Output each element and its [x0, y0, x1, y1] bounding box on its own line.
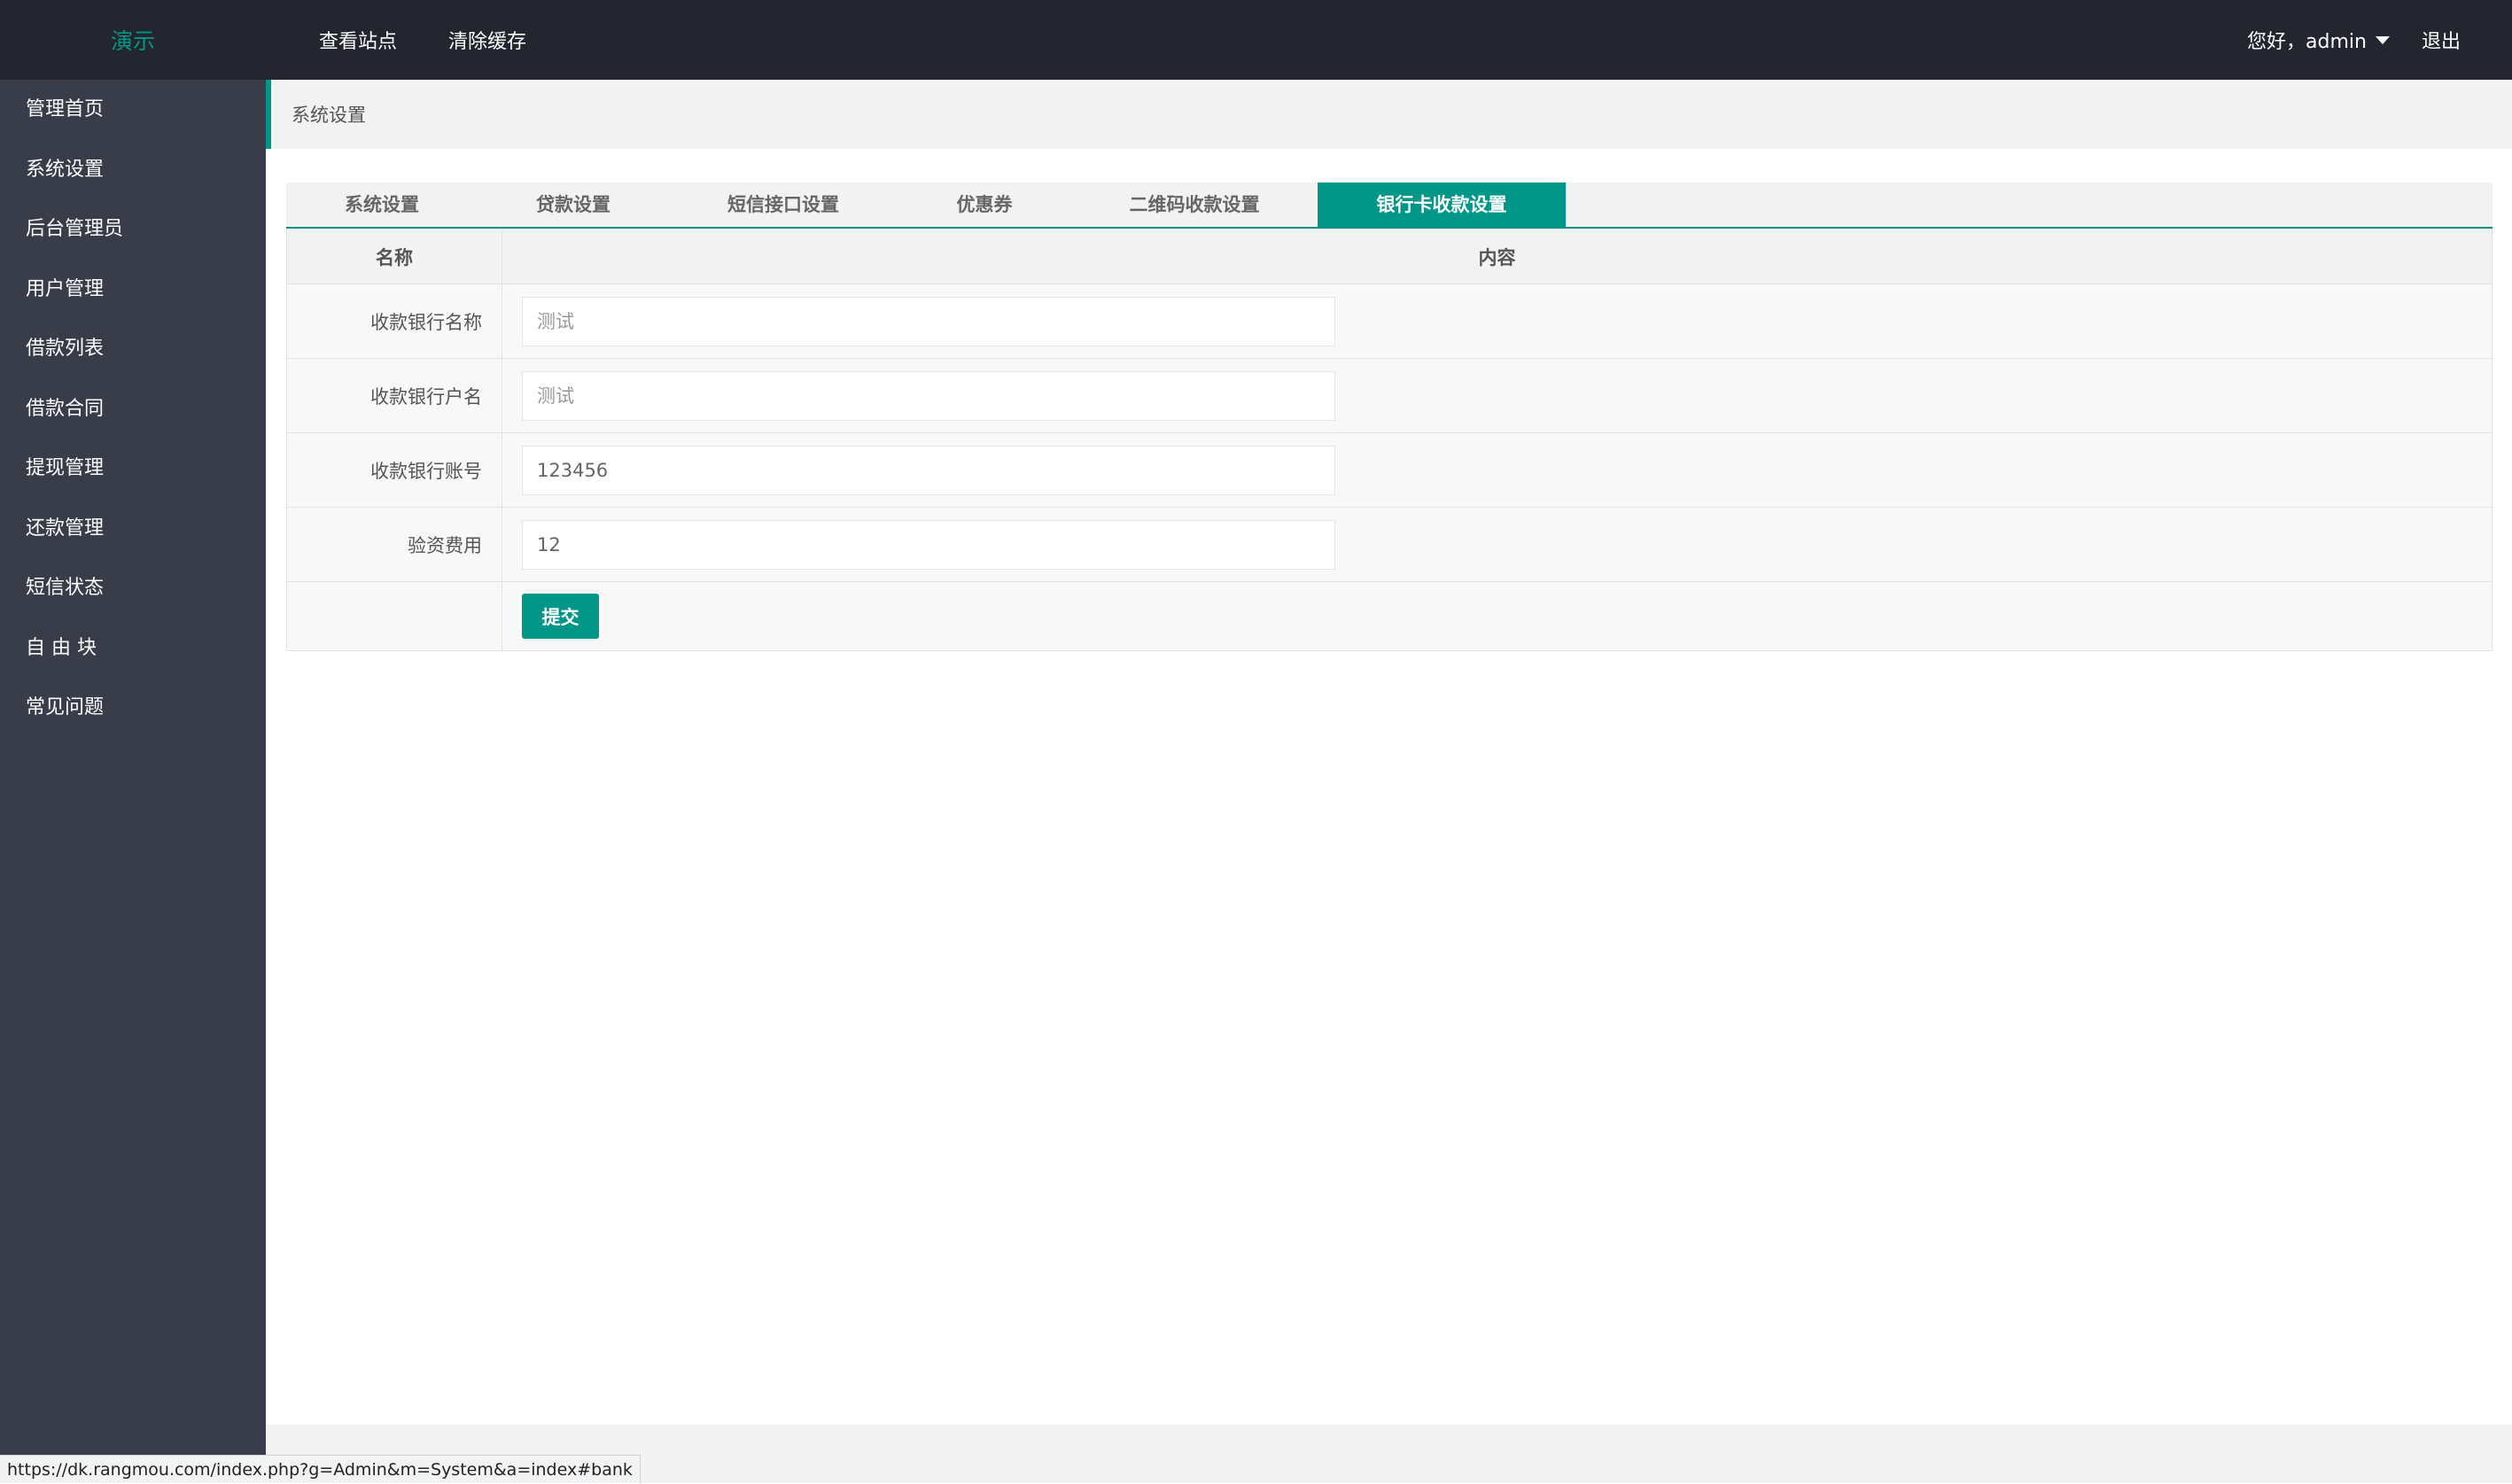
account-holder-label: 收款银行户名	[286, 358, 502, 433]
tab-bank-card-payment-settings[interactable]: 银行卡收款设置	[1318, 183, 1566, 227]
user-area: 您好，admin 退出	[2247, 0, 2461, 80]
sidebar-item-system-settings[interactable]: 系统设置	[0, 140, 266, 200]
table-row: 收款银行户名	[286, 358, 2493, 433]
bank-name-label: 收款银行名称	[286, 284, 502, 359]
logo[interactable]: 演示	[0, 0, 266, 80]
top-nav: 查看站点 清除缓存	[319, 0, 578, 80]
table-row: 验资费用	[286, 507, 2493, 582]
column-header-content: 内容	[502, 229, 2493, 284]
sidebar-item-loans[interactable]: 借款列表	[0, 319, 266, 379]
user-greeting: 您好，admin	[2247, 31, 2367, 53]
column-header-name: 名称	[286, 229, 502, 284]
sidebar-item-dashboard[interactable]: 管理首页	[0, 80, 266, 140]
bank-name-input[interactable]	[522, 296, 1335, 346]
user-menu[interactable]: 您好，admin	[2247, 26, 2390, 54]
account-number-input[interactable]	[522, 445, 1335, 495]
main-content: 系统设置 系统设置 贷款设置 短信接口设置 优惠券 二维码收款设置 银行卡收款设…	[266, 80, 2512, 1483]
table-row: 收款银行账号	[286, 432, 2493, 508]
tab-qrcode-payment-settings[interactable]: 二维码收款设置	[1071, 183, 1318, 227]
breadcrumb-label: 系统设置	[292, 105, 366, 126]
sidebar: 管理首页 系统设置 后台管理员 用户管理 借款列表 借款合同 提现管理 还款管理…	[0, 80, 266, 1483]
tab-loan-settings[interactable]: 贷款设置	[478, 183, 669, 227]
sidebar-item-faq[interactable]: 常见问题	[0, 678, 266, 738]
sidebar-item-contracts[interactable]: 借款合同	[0, 379, 266, 439]
submit-button[interactable]: 提交	[522, 594, 599, 639]
tab-coupons[interactable]: 优惠券	[898, 183, 1071, 227]
sidebar-item-withdrawals[interactable]: 提现管理	[0, 439, 266, 499]
table-row: 提交	[286, 581, 2493, 651]
sidebar-item-free-block[interactable]: 自 由 块	[0, 618, 266, 679]
sidebar-item-users[interactable]: 用户管理	[0, 260, 266, 320]
tab-sms-api-settings[interactable]: 短信接口设置	[669, 183, 898, 227]
view-site-link[interactable]: 查看站点	[319, 26, 397, 54]
sidebar-item-repayments[interactable]: 还款管理	[0, 499, 266, 559]
table-header-row: 名称 内容	[286, 229, 2493, 284]
breadcrumb: 系统设置	[266, 80, 2512, 149]
logout-link[interactable]: 退出	[2422, 26, 2461, 54]
sidebar-item-admins[interactable]: 后台管理员	[0, 199, 266, 260]
top-header: 演示 查看站点 清除缓存 您好，admin 退出	[0, 0, 2512, 80]
browser-status-bar: https://dk.rangmou.com/index.php?g=Admin…	[0, 1455, 641, 1483]
chevron-down-icon	[2375, 35, 2390, 44]
verification-fee-label: 验资费用	[286, 507, 502, 582]
settings-table: 名称 内容 收款银行名称 收款银行户名 收款银行账号 验资费用	[286, 229, 2493, 651]
account-number-label: 收款银行账号	[286, 432, 502, 508]
settings-tabs: 系统设置 贷款设置 短信接口设置 优惠券 二维码收款设置 银行卡收款设置	[286, 183, 2493, 229]
account-holder-input[interactable]	[522, 370, 1335, 421]
verification-fee-input[interactable]	[522, 519, 1335, 570]
clear-cache-link[interactable]: 清除缓存	[448, 26, 526, 54]
sidebar-item-sms-status[interactable]: 短信状态	[0, 558, 266, 618]
tab-system-settings[interactable]: 系统设置	[286, 183, 478, 227]
table-row: 收款银行名称	[286, 284, 2493, 359]
